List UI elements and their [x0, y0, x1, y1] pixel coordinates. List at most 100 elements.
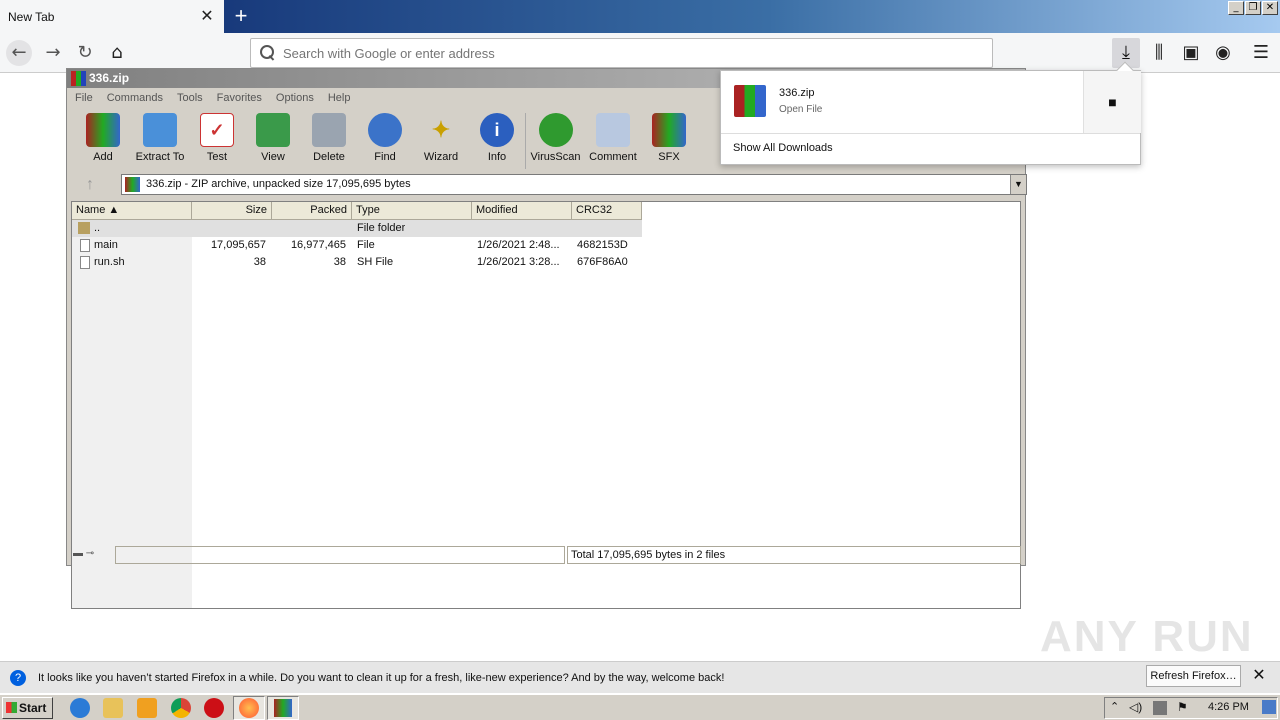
new-tab-icon[interactable]: + — [228, 4, 254, 30]
find-button[interactable]: Find — [357, 113, 413, 169]
sfx-icon — [652, 113, 686, 147]
add-label: Add — [93, 151, 113, 163]
row-type: SH File — [357, 256, 394, 268]
tray-expand-icon[interactable]: ⌃ — [1110, 700, 1119, 713]
info-label: Info — [487, 151, 507, 163]
show-desktop-icon[interactable] — [1262, 700, 1276, 714]
up-arrow-icon[interactable]: ↑ — [75, 174, 105, 196]
clock: 4:26 PM — [1208, 701, 1249, 713]
row-modified: 1/26/2021 3:28... — [477, 256, 560, 268]
address-row: ↑ 336.zip - ZIP archive, unpacked size 1… — [75, 173, 1027, 197]
extract-to-label: Extract To — [135, 151, 185, 163]
start-button[interactable]: Start — [2, 697, 53, 719]
windows-logo-icon — [6, 702, 17, 713]
view-label: View — [261, 151, 285, 163]
archive-path-field[interactable]: 336.zip - ZIP archive, unpacked size 17,… — [121, 174, 1027, 195]
row-crc: 676F86A0 — [577, 256, 628, 268]
forward-icon[interactable]: → — [40, 40, 66, 66]
sfx-button[interactable]: SFX — [641, 113, 697, 169]
network-icon[interactable] — [1153, 701, 1167, 715]
extract-to-button[interactable]: Extract To — [131, 113, 189, 169]
status-text: Total 17,095,695 bytes in 2 files — [567, 546, 1021, 564]
url-bar[interactable] — [250, 38, 993, 68]
explorer-icon[interactable] — [103, 698, 123, 718]
menu-favorites[interactable]: Favorites — [217, 92, 262, 104]
ie-icon[interactable] — [70, 698, 90, 718]
sidebar-icon[interactable]: ▣ — [1178, 40, 1204, 66]
table-row[interactable]: .. File folder — [72, 220, 642, 237]
tab-new-tab[interactable]: New Tab — [0, 0, 224, 33]
volume-icon[interactable]: ◁) — [1129, 700, 1142, 714]
restore-icon[interactable]: ❐ — [1245, 1, 1261, 15]
col-type[interactable]: Type — [352, 202, 472, 220]
status-bar: ▬ ⊸ Total 17,095,695 bytes in 2 files — [71, 546, 1021, 564]
comment-label: Comment — [589, 151, 637, 163]
media-player-icon[interactable] — [137, 698, 157, 718]
info-icon: i — [480, 113, 514, 147]
col-packed[interactable]: Packed — [272, 202, 352, 220]
row-size: 17,095,657 — [210, 239, 266, 251]
close-window-icon[interactable]: ✕ — [1262, 1, 1278, 15]
show-all-downloads-link[interactable]: Show All Downloads — [733, 142, 833, 154]
col-modified[interactable]: Modified — [472, 202, 572, 220]
magnifier-icon — [368, 113, 402, 147]
row-crc: 4682153D — [577, 239, 628, 251]
account-icon[interactable]: ◉ — [1210, 40, 1236, 66]
menu-icon[interactable]: ☰ — [1248, 40, 1274, 66]
add-button[interactable]: Add — [75, 113, 131, 169]
wizard-label: Wizard — [423, 151, 459, 163]
menu-file[interactable]: File — [75, 92, 93, 104]
test-icon: ✓ — [200, 113, 234, 147]
tab-close-icon[interactable]: ✕ — [198, 8, 216, 26]
library-icon[interactable]: ⫼ — [1146, 40, 1172, 66]
start-label: Start — [19, 701, 47, 715]
col-size[interactable]: Size — [192, 202, 272, 220]
test-label: Test — [206, 151, 228, 163]
menu-tools[interactable]: Tools — [177, 92, 203, 104]
virusscan-button[interactable]: VirusScan — [525, 113, 585, 169]
drive-icon[interactable]: ▬ ⊸ — [73, 548, 113, 562]
winrar-toolbar: Add Extract To ✓ Test View Delete Find ✦ W… — [75, 113, 725, 169]
chrome-icon[interactable] — [171, 698, 191, 718]
test-button[interactable]: ✓ Test — [189, 113, 245, 169]
downloads-panel: 336.zip Open File ■ Show All Downloads — [720, 61, 1141, 165]
table-row[interactable]: main 17,095,657 16,977,465 File 1/26/202… — [72, 237, 642, 254]
col-name[interactable]: Name ▲ — [72, 202, 192, 220]
row-name: main — [94, 239, 118, 251]
reload-icon[interactable]: ↻ — [72, 40, 98, 66]
file-icon — [80, 239, 90, 252]
delete-button[interactable]: Delete — [301, 113, 357, 169]
row-name: run.sh — [94, 256, 125, 268]
back-icon[interactable]: ← — [6, 40, 32, 66]
menu-commands[interactable]: Commands — [107, 92, 163, 104]
minimize-icon[interactable]: _ — [1228, 1, 1244, 15]
opera-icon[interactable] — [204, 698, 224, 718]
open-folder-icon[interactable]: ■ — [1083, 71, 1141, 133]
info-button[interactable]: i Info — [469, 113, 525, 169]
dropdown-arrow-icon[interactable]: ▼ — [1010, 175, 1026, 194]
row-size: 38 — [253, 256, 266, 268]
comment-button[interactable]: Comment — [585, 113, 641, 169]
wizard-button[interactable]: ✦ Wizard — [413, 113, 469, 169]
firefox-task[interactable] — [233, 696, 265, 720]
menu-help[interactable]: Help — [328, 92, 351, 104]
table-row[interactable]: run.sh 38 38 SH File 1/26/2021 3:28... 6… — [72, 254, 642, 271]
close-notification-icon[interactable]: ✕ — [1250, 666, 1268, 686]
folder-icon — [143, 113, 177, 147]
col-crc32[interactable]: CRC32 — [572, 202, 642, 220]
winrar-app-icon — [71, 71, 86, 86]
archive-path-text: 336.zip - ZIP archive, unpacked size 17,… — [146, 178, 411, 190]
row-name: .. — [94, 222, 101, 234]
view-button[interactable]: View — [245, 113, 301, 169]
menu-options[interactable]: Options — [276, 92, 314, 104]
row-type: File folder — [357, 222, 406, 234]
search-input[interactable] — [283, 45, 963, 61]
download-status: Open File — [779, 104, 823, 115]
status-left — [115, 546, 565, 564]
winrar-task[interactable] — [267, 696, 299, 720]
home-icon[interactable]: ⌂ — [104, 40, 130, 66]
download-item[interactable]: 336.zip Open File — [721, 71, 1083, 133]
refresh-firefox-button[interactable]: Refresh Firefox… — [1146, 665, 1241, 687]
row-type: File — [357, 239, 375, 251]
flag-icon[interactable]: ⚑ — [1177, 700, 1188, 714]
